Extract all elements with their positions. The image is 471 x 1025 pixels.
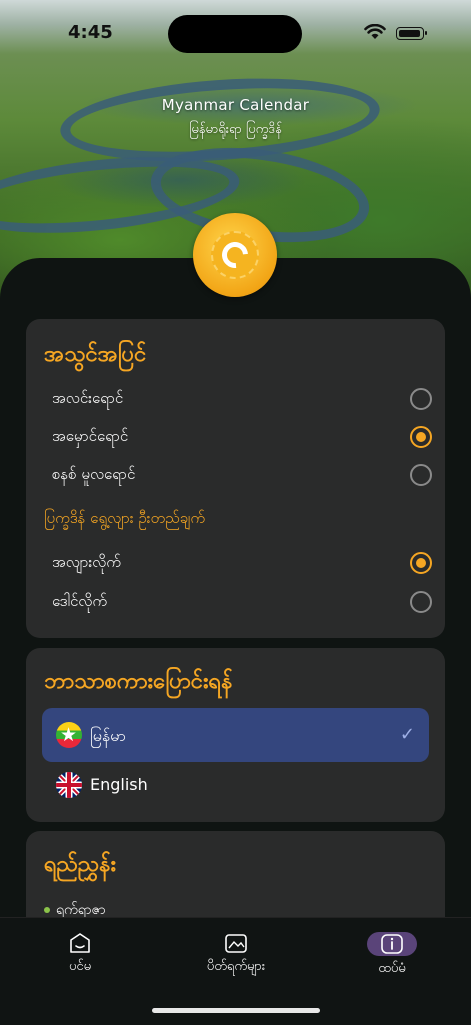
theme-option-system[interactable]: စနစ် မူလရောင်: [52, 459, 432, 491]
language-option-english[interactable]: English: [42, 758, 429, 812]
scroll-direction-subtitle: ပြက္ခဒိန် ရွေ့လျား ဦးတည်ချက်: [44, 509, 206, 527]
home-icon: [70, 933, 90, 953]
tab-holidays[interactable]: ပိတ်ရက်များ: [176, 932, 296, 977]
direction-option-vertical[interactable]: ဒေါင်လိုက်: [52, 586, 432, 618]
checkmark-icon: ✓: [399, 724, 415, 745]
radio-button-selected[interactable]: [410, 552, 432, 574]
direction-option-label: အလျားလိုက်: [52, 553, 121, 571]
status-bar: 4:45: [0, 0, 471, 60]
radio-button-selected[interactable]: [410, 426, 432, 448]
tab-label: ပင်မ: [68, 959, 92, 974]
language-option-myanmar[interactable]: မြန်မာ ✓: [42, 708, 429, 762]
theme-option-label: စနစ် မူလရောင်: [52, 465, 136, 483]
tab-label: ထပ်မံ: [378, 961, 406, 976]
dynamic-island: [168, 15, 302, 53]
radio-button[interactable]: [410, 591, 432, 613]
app-title: Myanmar Calendar: [161, 96, 310, 114]
home-indicator: [152, 1008, 320, 1013]
theme-option-dark[interactable]: အမှောင်ရောင်: [52, 421, 432, 453]
language-title: ဘာသာစကားပြောင်းရန်: [44, 669, 233, 694]
tab-more[interactable]: ထပ်မံ: [332, 932, 452, 979]
info-icon: [381, 934, 403, 954]
direction-option-horizontal[interactable]: အလျားလိုက်: [52, 547, 432, 579]
app-subtitle: မြန်မာရိုးရာ ပြက္ခဒိန်: [189, 122, 282, 137]
theme-option-label: အမှောင်ရောင်: [52, 427, 129, 445]
theme-option-label: အလင်းရောင်: [52, 389, 124, 407]
bullet-icon: [44, 907, 50, 913]
appearance-card: အသွင်အပြင် အလင်းရောင် အမှောင်ရောင် စနစ် …: [26, 319, 445, 638]
references-title: ရည်ညွှန်း: [44, 852, 117, 877]
language-label: မြန်မာ: [90, 726, 126, 745]
battery-icon: [396, 27, 427, 40]
wifi-icon: [364, 24, 386, 39]
uk-flag-icon: [56, 772, 82, 798]
myanmar-flag-icon: [56, 722, 82, 748]
theme-option-light[interactable]: အလင်းရောင်: [52, 383, 432, 415]
app-logo: [193, 213, 277, 297]
language-label: English: [90, 775, 148, 794]
appearance-title: အသွင်အပြင်: [44, 342, 147, 367]
holiday-icon: [225, 934, 247, 953]
tab-label: ပိတ်ရက်များ: [206, 959, 266, 974]
direction-option-label: ဒေါင်လိုက်: [52, 592, 108, 610]
radio-button[interactable]: [410, 388, 432, 410]
radio-button[interactable]: [410, 464, 432, 486]
active-tab-indicator: [367, 932, 417, 956]
tab-home[interactable]: ပင်မ: [20, 932, 140, 977]
language-card: ဘာသာစကားပြောင်းရန် မြန်မာ ✓ English: [26, 648, 445, 822]
status-time: 4:45: [68, 22, 113, 43]
